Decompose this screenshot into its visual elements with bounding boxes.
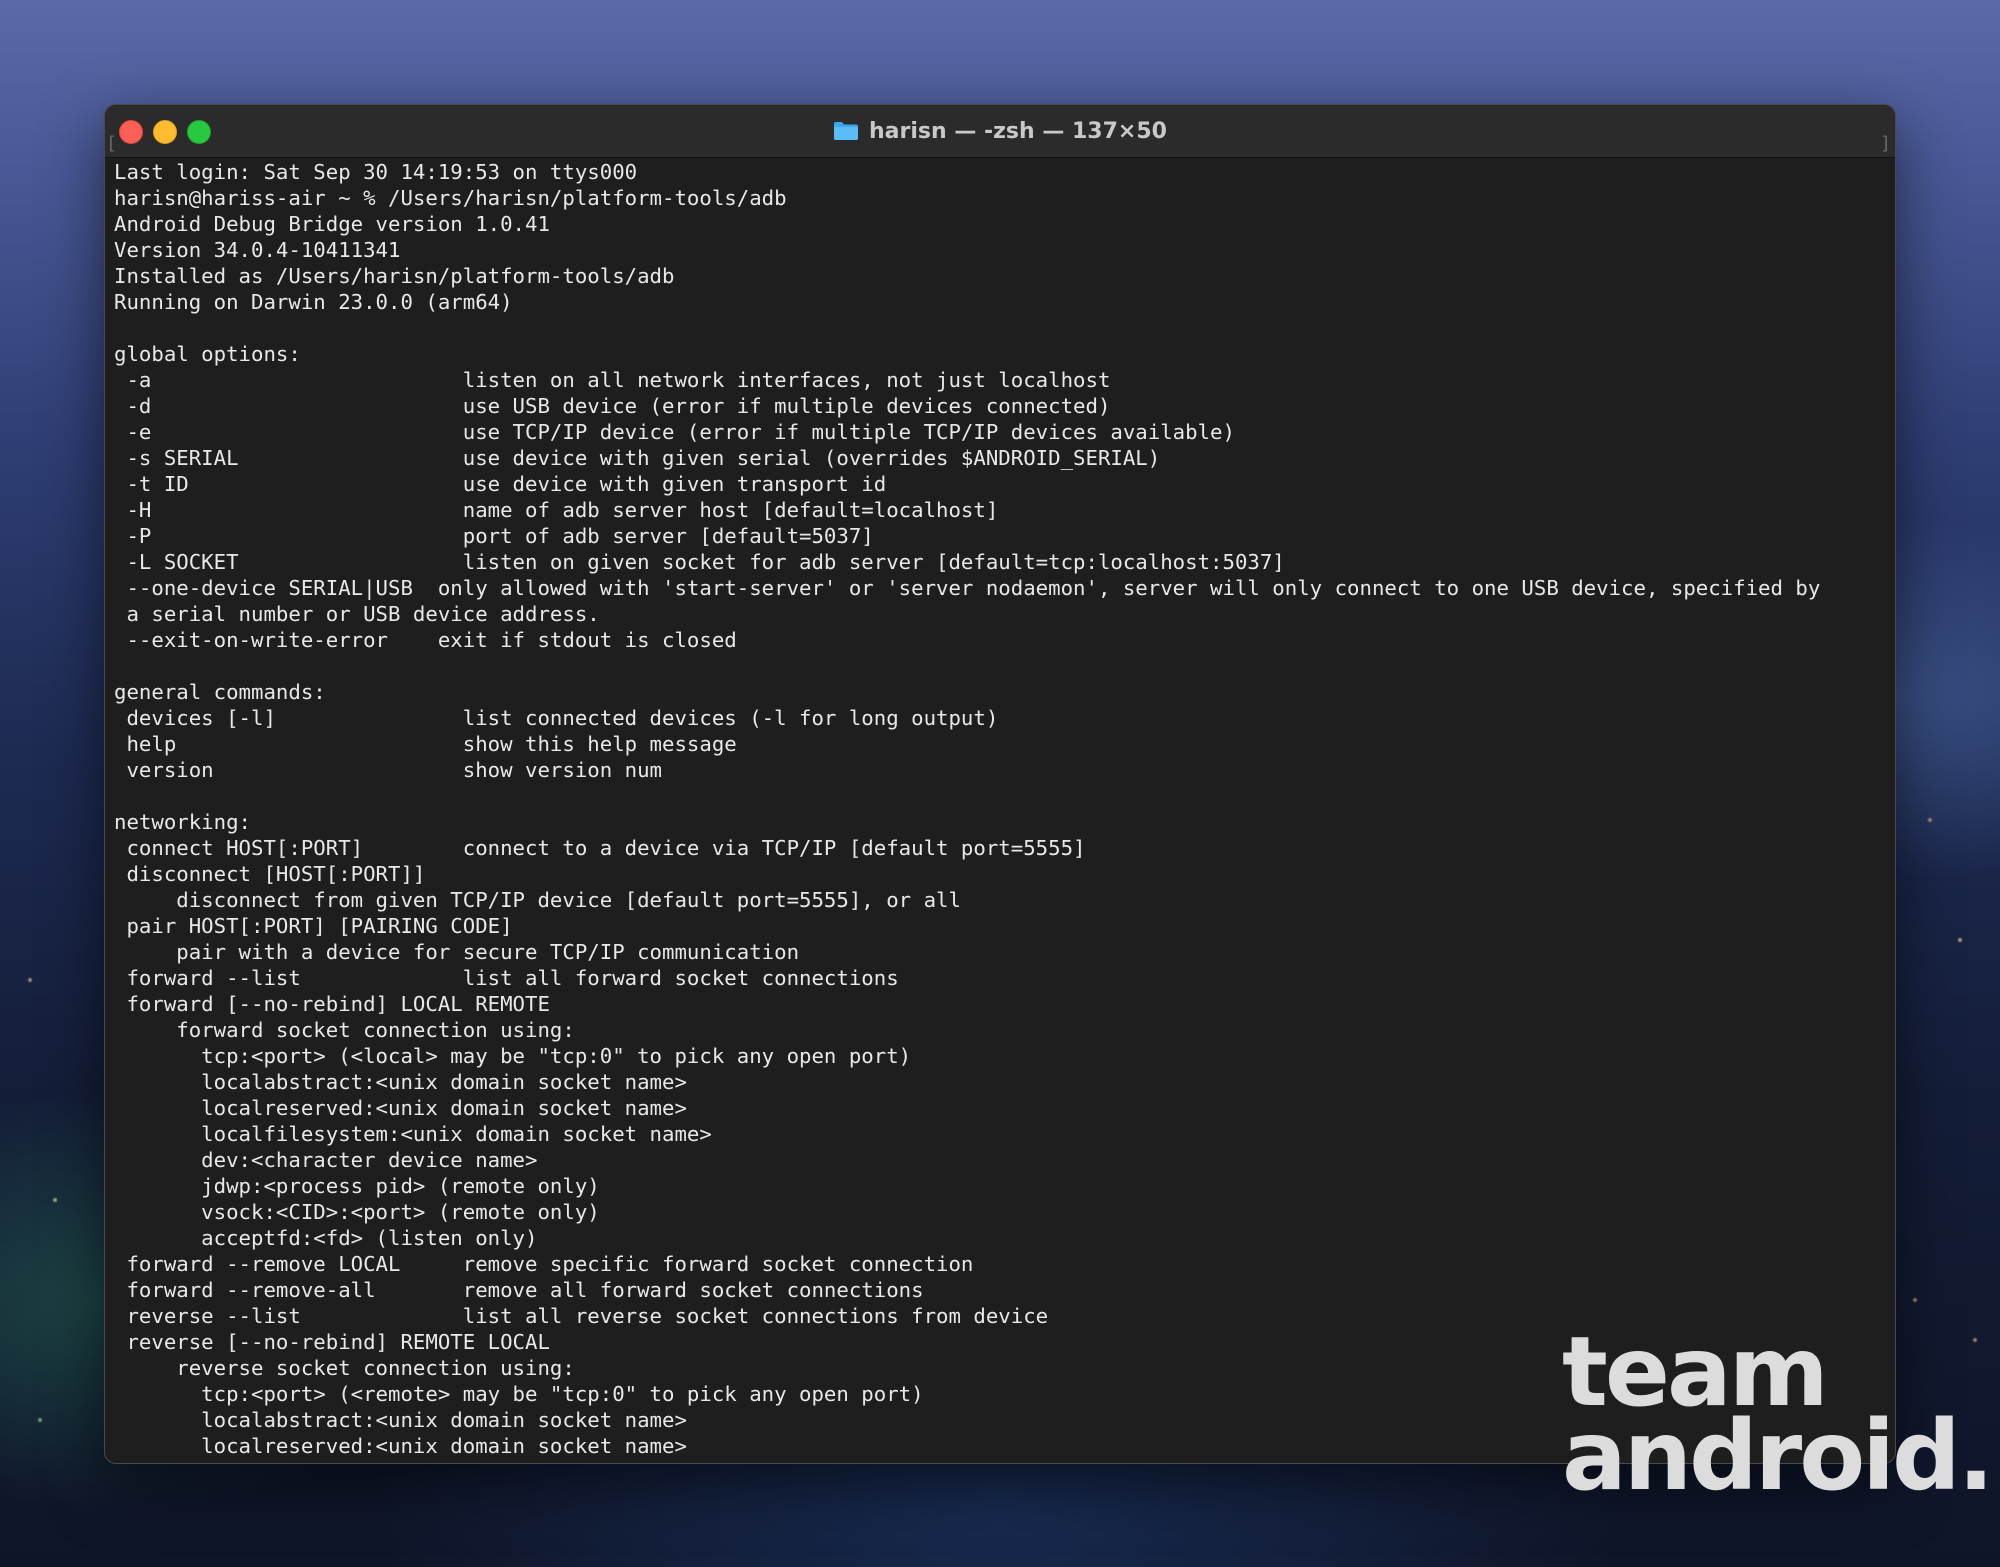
terminal-line: version show version num (114, 758, 663, 782)
terminal-line: forward --remove LOCAL remove specific f… (114, 1252, 974, 1276)
team-android-watermark: team android. (1562, 1324, 1994, 1512)
terminal-line: global options: (114, 342, 301, 366)
terminal-line: help show this help message (114, 732, 737, 756)
window-title: harisn — -zsh — 137×50 (105, 105, 1895, 157)
terminal-line: localreserved:<unix domain socket name> (114, 1096, 687, 1120)
terminal-line: --exit-on-write-error exit if stdout is … (114, 628, 737, 652)
terminal-line: Last login: Sat Sep 30 14:19:53 on ttys0… (114, 160, 638, 184)
terminal-line: connect HOST[:PORT] connect to a device … (114, 836, 1086, 860)
terminal-line: forward --remove-all remove all forward … (114, 1278, 924, 1302)
window-titlebar[interactable]: harisn — -zsh — 137×50 (105, 105, 1895, 158)
terminal-line: Version 34.0.4-10411341 (114, 238, 401, 262)
terminal-line: general commands: (114, 680, 326, 704)
terminal-line: disconnect [HOST[:PORT]] (114, 862, 426, 886)
terminal-line: devices [-l] list connected devices (-l … (114, 706, 999, 730)
terminal-line: forward [--no-rebind] LOCAL REMOTE (114, 992, 550, 1016)
terminal-line: localfilesystem:<unix domain socket name… (114, 1122, 712, 1146)
terminal-line: -a listen on all network interfaces, not… (114, 368, 1111, 392)
terminal-line: forward --list list all forward socket c… (114, 966, 899, 990)
terminal-line: vsock:<CID>:<port> (remote only) (114, 1200, 600, 1224)
terminal-line: Android Debug Bridge version 1.0.41 (114, 212, 550, 236)
terminal-line: -d use USB device (error if multiple dev… (114, 394, 1111, 418)
mark-bracket-left-icon: [ (106, 133, 117, 154)
terminal-line: -s SERIAL use device with given serial (… (114, 446, 1161, 470)
terminal-line: a serial number or USB device address. (114, 602, 600, 626)
terminal-line: forward socket connection using: (114, 1018, 575, 1042)
terminal-line: Running on Darwin 23.0.0 (arm64) (114, 290, 513, 314)
terminal-line: -P port of adb server [default=5037] (114, 524, 874, 548)
terminal-line: -H name of adb server host [default=loca… (114, 498, 999, 522)
terminal-line: tcp:<port> (<local> may be "tcp:0" to pi… (114, 1044, 912, 1068)
terminal-window: harisn — -zsh — 137×50 Last login: Sat S… (104, 104, 1896, 1464)
terminal-line: -L SOCKET listen on given socket for adb… (114, 550, 1285, 574)
terminal-line: harisn@hariss-air ~ % /Users/harisn/plat… (114, 186, 787, 210)
terminal-line: dev:<character device name> (114, 1148, 538, 1172)
terminal-line: jdwp:<process pid> (remote only) (114, 1174, 600, 1198)
mark-bracket-right-icon: ] (1880, 133, 1891, 154)
terminal-line: localabstract:<unix domain socket name> (114, 1070, 687, 1094)
folder-icon (833, 121, 859, 141)
terminal-line: -t ID use device with given transport id (114, 472, 887, 496)
terminal-line: -e use TCP/IP device (error if multiple … (114, 420, 1235, 444)
window-title-text: harisn — -zsh — 137×50 (869, 118, 1167, 144)
watermark-line-2: android. (1562, 1400, 1994, 1512)
terminal-line: pair with a device for secure TCP/IP com… (114, 940, 800, 964)
terminal-output[interactable]: Last login: Sat Sep 30 14:19:53 on ttys0… (105, 159, 1895, 1459)
terminal-line: disconnect from given TCP/IP device [def… (114, 888, 961, 912)
terminal-line: networking: (114, 810, 252, 834)
terminal-line: pair HOST[:PORT] [PAIRING CODE] (114, 914, 513, 938)
terminal-line: acceptfd:<fd> (listen only) (114, 1226, 538, 1250)
terminal-line: Installed as /Users/harisn/platform-tool… (114, 264, 675, 288)
terminal-line: --one-device SERIAL|USB only allowed wit… (114, 576, 1821, 600)
